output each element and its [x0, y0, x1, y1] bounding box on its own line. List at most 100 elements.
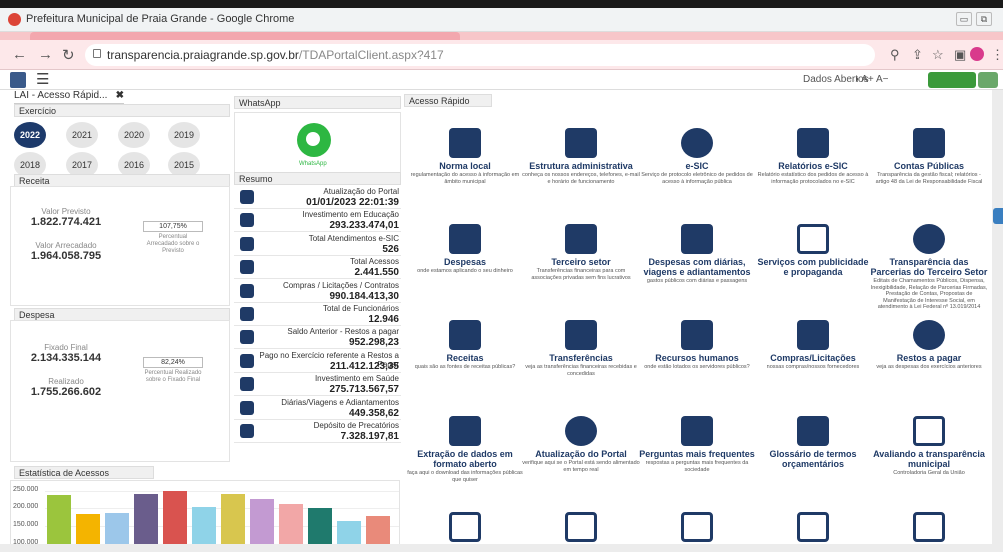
- quick-access-item[interactable]: Avaliando a transparência municipal Contr…: [870, 416, 988, 477]
- tab-strip: [0, 32, 1003, 40]
- quick-access-item[interactable]: Atualização do Portal verifique aqui se o…: [522, 416, 640, 473]
- resumo-row[interactable]: Saldo Anterior - Restos a pagar 952.298,2…: [234, 326, 401, 350]
- resumo-row[interactable]: Compras / Licitações / Contratos 990.184.…: [234, 280, 401, 303]
- quick-access-title: e-SIC: [685, 161, 709, 171]
- reload-icon[interactable]: ↻: [62, 46, 75, 64]
- quick-access-item[interactable]: Contas Públicas Transparência da gestão f…: [870, 128, 988, 185]
- quick-access-item[interactable]: Despesas com diárias, viagens e adiantam…: [638, 224, 756, 285]
- receipt-icon: [449, 320, 481, 350]
- quick-access-item[interactable]: Transferências veja as transferências fin…: [522, 320, 640, 377]
- resumo-row-value: 01/01/2023 22:01:39: [306, 197, 399, 208]
- cgu-icon: [913, 512, 945, 542]
- tab-search-icon[interactable]: ▣: [954, 47, 966, 63]
- fixado-label: Fixado Final: [44, 343, 88, 352]
- resumo-row-value: 211.412.123,35: [330, 360, 399, 372]
- quick-access-item[interactable]: Perguntas mais frequentes respostas a per…: [638, 416, 756, 473]
- people-icon: [681, 320, 713, 350]
- hamburger-menu-icon[interactable]: ☰: [36, 70, 49, 88]
- quick-access-item[interactable]: Estrutura administrativa conheça os nosso…: [522, 128, 640, 185]
- megaphone-icon: [797, 224, 829, 254]
- share-icon[interactable]: ⇪: [912, 47, 923, 63]
- resumo-row-value: 12.946: [368, 314, 399, 325]
- receita-panel: Valor Previsto 1.822.774.421 Valor Arreca…: [10, 186, 230, 306]
- receita-percent: 107,75%: [143, 221, 203, 232]
- quick-access-title: Glossário de termos orçamentários: [769, 449, 857, 469]
- quick-access-item[interactable]: Extração de dados em formato aberto faça …: [406, 416, 524, 483]
- previsto-label: Valor Previsto: [41, 207, 91, 216]
- chart-bar[interactable]: [221, 494, 245, 551]
- accessibility-controls[interactable]: ◑ A+ A−: [853, 74, 889, 85]
- despesa-panel: Fixado Final 2.134.335.144 Realizado 1.755…: [10, 320, 230, 462]
- question-icon: [681, 416, 713, 446]
- chart-bar[interactable]: [134, 494, 158, 551]
- quick-access-title: Relatórios e-SIC: [778, 161, 848, 171]
- report-search-icon: [797, 128, 829, 158]
- quick-access-item[interactable]: Terceiro setor Transferências financeiras…: [522, 224, 640, 281]
- hand-money-icon: [913, 320, 945, 350]
- resumo-row[interactable]: Investimento em Saúde 275.713.567,57: [234, 373, 401, 397]
- cgu-icon: [913, 416, 945, 446]
- forward-icon[interactable]: →: [38, 46, 53, 63]
- quick-access-item[interactable]: Transparência das Parcerias do Terceiro …: [870, 224, 988, 311]
- url-input[interactable]: transparencia.praiagrande.sp.gov.br/TDAP…: [85, 44, 875, 66]
- quick-access-title: Estrutura administrativa: [529, 161, 633, 171]
- resumo-row[interactable]: Pago no Exercício referente a Restos a P…: [234, 350, 401, 373]
- lai-tab[interactable]: LAI - Acesso Rápid... ✖: [14, 90, 124, 104]
- year-2022[interactable]: 2022: [14, 122, 46, 148]
- zoom-icon[interactable]: ⚲: [890, 47, 900, 63]
- quick-access-desc: gastos públicos com diárias e passagens: [646, 278, 748, 284]
- quick-access-item[interactable]: Recursos humanos onde estão lotados os se…: [638, 320, 756, 371]
- suitcase-icon: [681, 224, 713, 254]
- menu-dots-icon[interactable]: ⋮: [991, 47, 1003, 63]
- bookmark-star-icon[interactable]: ☆: [932, 47, 944, 63]
- history-icon: [565, 416, 597, 446]
- quick-access-item[interactable]: Restos a pagar veja as despesas dos exerc…: [870, 320, 988, 371]
- year-2020[interactable]: 2020: [118, 122, 150, 148]
- resumo-row[interactable]: Total Acessos 2.441.550: [234, 256, 401, 280]
- side-tab-button[interactable]: [993, 208, 1003, 224]
- resumo-row-label: Total Atendimentos e-SIC: [308, 233, 399, 243]
- back-icon[interactable]: ←: [12, 46, 27, 63]
- quick-access-item[interactable]: Glossário de termos orçamentários: [754, 416, 872, 470]
- previsto-value: 1.822.774.421: [30, 216, 102, 228]
- quick-access-title: Perguntas mais frequentes: [639, 449, 755, 459]
- resumo-row[interactable]: Total de Funcionários 12.946: [234, 303, 401, 326]
- quick-access-item[interactable]: Compras/Licitações nossas compras/nossos …: [754, 320, 872, 371]
- resumo-row-value: 990.184.413,30: [329, 290, 399, 302]
- resumo-row[interactable]: Total Atendimentos e-SIC 526: [234, 233, 401, 256]
- quick-access-item[interactable]: Despesas onde estamos aplicando o seu din…: [406, 224, 524, 275]
- quick-access-desc: Relatório estatístico dos pedidos de ace…: [757, 172, 869, 185]
- chart-bar[interactable]: [163, 490, 187, 551]
- active-tab[interactable]: [30, 32, 460, 40]
- year-2021[interactable]: 2021: [66, 122, 98, 148]
- horizontal-scrollbar[interactable]: [0, 544, 992, 552]
- quick-access-item[interactable]: Receitas quais são as fontes de receitas …: [406, 320, 524, 371]
- resumo-row[interactable]: Atualização do Portal 01/01/2023 22:01:39: [234, 186, 401, 209]
- whatsapp-icon[interactable]: [297, 123, 331, 157]
- profile-avatar[interactable]: [970, 47, 984, 61]
- quick-access-item[interactable]: Serviços com publicidade e propaganda: [754, 224, 872, 278]
- resumo-row[interactable]: Depósito de Precatórios 7.328.197,81: [234, 420, 401, 443]
- quick-access-title: Transferências: [549, 353, 613, 363]
- despesa-percent: 82,24%: [143, 357, 203, 368]
- resumo-icon: [240, 400, 254, 415]
- close-icon[interactable]: ✖: [116, 90, 124, 101]
- quick-access-item[interactable]: e-SIC Serviço de protocolo eletrônico de …: [638, 128, 756, 185]
- restore-button[interactable]: ⧉: [976, 12, 992, 26]
- vertical-scrollbar[interactable]: [992, 90, 1003, 552]
- chart-y-tick: 250.000: [13, 485, 39, 493]
- quick-access-title: Extração de dados em formato aberto: [417, 449, 513, 469]
- quick-access-item[interactable]: Norma local regulamentação do acesso à in…: [406, 128, 524, 185]
- quick-access-title: Compras/Licitações: [770, 353, 856, 363]
- minimize-button[interactable]: ▭: [956, 12, 972, 26]
- quick-access-item[interactable]: Relatórios e-SIC Relatório estatístico do…: [754, 128, 872, 185]
- contract-icon: [565, 512, 597, 542]
- resumo-row-label: Depósito de Precatórios: [313, 421, 399, 430]
- resumo-row[interactable]: Investimento em Educação 293.233.474,01: [234, 209, 401, 233]
- city-logo[interactable]: [10, 72, 26, 88]
- resumo-row[interactable]: Diárias/Viagens e Adiantamentos 449.358,6…: [234, 397, 401, 420]
- resumo-row-label: Saldo Anterior - Restos a pagar: [287, 327, 399, 337]
- chart-bar[interactable]: [47, 494, 71, 551]
- url-path: /TDAPortalClient.aspx?417: [298, 48, 444, 62]
- year-2019[interactable]: 2019: [168, 122, 200, 148]
